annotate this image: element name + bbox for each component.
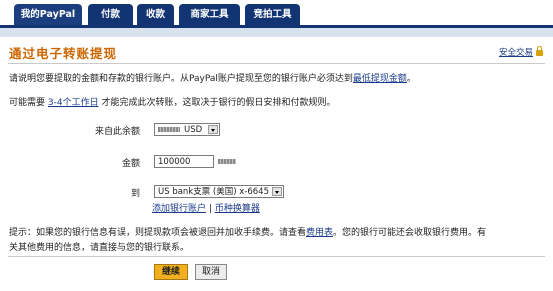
tab-send-money[interactable]: 付款: [88, 4, 133, 25]
business-days-link[interactable]: 3-4个工作日: [48, 98, 99, 108]
tip-text-1: 提示：如果您的银行信息有误，则提现款项会被退回并加收手续费。请查看: [9, 228, 307, 238]
amount-label: 金额: [121, 159, 140, 169]
intro-text-2: 可能需要: [9, 98, 48, 108]
sub-nav-bar: [0, 28, 553, 37]
from-balance-label: 来自此余额: [94, 127, 140, 137]
footer-divider: [8, 256, 545, 257]
tab-request-money[interactable]: 收款: [137, 4, 174, 25]
lock-icon: [536, 46, 543, 56]
title-divider: [8, 63, 545, 64]
bank-account-value: US bank支票 (美国) x-6645: [158, 187, 269, 197]
intro-line-2: 可能需要 3-4个工作日 才能完成此次转账，这取决于银行的假日安排和付款规则。: [9, 95, 335, 108]
bank-links: 添加银行账户 | 币种换算器: [152, 201, 260, 214]
masked-balance: [158, 127, 180, 132]
masked-currency: [218, 159, 236, 164]
tip-text-2: 。您的银行可能还会收取银行费用。有: [333, 228, 487, 238]
bank-account-select[interactable]: US bank支票 (美国) x-6645: [154, 185, 284, 198]
security-link[interactable]: 安全交易: [499, 46, 543, 58]
cancel-button[interactable]: 取消: [195, 264, 227, 280]
add-bank-account-link[interactable]: 添加银行账户: [152, 204, 206, 214]
chevron-down-icon: [208, 125, 218, 134]
minimum-withdrawal-link[interactable]: 最低提现金额: [353, 74, 407, 84]
from-balance-select[interactable]: USD: [154, 123, 220, 136]
tab-my-paypal[interactable]: 我的PayPal: [14, 4, 82, 25]
intro-text-1: 请说明您要提取的金额和存款的银行账户。从PayPal账户提现至您的银行账户必须达…: [9, 74, 353, 84]
top-nav: 我的PayPal 付款 收款 商家工具 竞拍工具: [0, 0, 553, 28]
tab-auction-tools[interactable]: 竞拍工具: [245, 4, 300, 25]
intro-text-1-end: 。: [406, 74, 416, 84]
chevron-down-icon: [272, 187, 282, 196]
tip-line-1: 提示：如果您的银行信息有误，则提现款项会被退回并加收手续费。请查看费用表。您的银…: [9, 225, 486, 238]
continue-button[interactable]: 继续: [154, 264, 188, 280]
page-title: 通过电子转账提现: [9, 46, 118, 61]
to-label: 到: [130, 189, 140, 199]
intro-line-1: 请说明您要提取的金额和存款的银行账户。从PayPal账户提现至您的银行账户必须达…: [9, 71, 416, 84]
security-link-label[interactable]: 安全交易: [499, 48, 533, 58]
tip-line-2: 关其他费用的信息，请直接与您的银行联系。: [9, 243, 190, 253]
from-balance-value: USD: [184, 125, 203, 135]
tab-merchant-tools[interactable]: 商家工具: [179, 4, 240, 25]
fee-schedule-link[interactable]: 费用表: [306, 228, 333, 238]
link-separator: |: [208, 204, 212, 214]
intro-text-2-end: 才能完成此次转账，这取决于银行的假日安排和付款规则。: [98, 98, 336, 108]
currency-converter-link[interactable]: 币种换算器: [215, 204, 260, 214]
amount-input[interactable]: 100000: [154, 155, 214, 168]
